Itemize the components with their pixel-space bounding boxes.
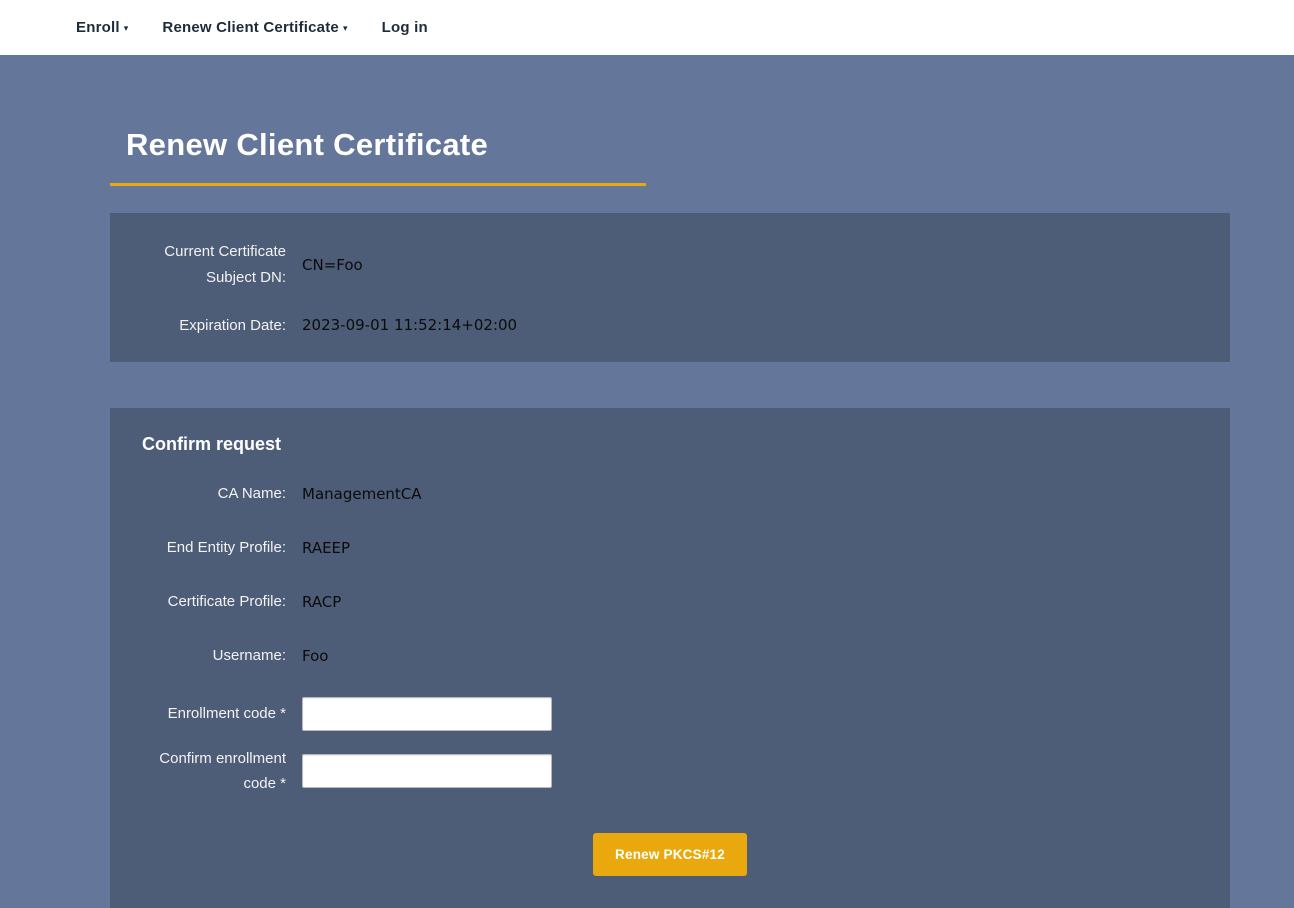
renew-pkcs12-button[interactable]: Renew PKCS#12 <box>593 833 747 876</box>
subject-dn-label: Current Certificate Subject DN: <box>140 239 286 291</box>
end-entity-profile-value: RAEEP <box>302 539 350 557</box>
certificate-profile-label: Certificate Profile: <box>140 589 286 615</box>
enrollment-code-input[interactable] <box>302 697 552 731</box>
confirm-enrollment-code-label: Confirm enrollment code * <box>140 746 286 798</box>
field-row-end-entity-profile: End Entity Profile: RAEEP <box>140 535 1200 561</box>
button-row: Renew PKCS#12 <box>140 833 1200 876</box>
field-row-certificate-profile: Certificate Profile: RACP <box>140 589 1200 615</box>
end-entity-profile-label: End Entity Profile: <box>140 535 286 561</box>
username-value: Foo <box>302 647 328 665</box>
field-row-expiration-date: Expiration Date: 2023-09-01 11:52:14+02:… <box>140 313 1200 339</box>
subject-dn-value: CN=Foo <box>302 256 363 274</box>
nav-item-enroll[interactable]: Enroll ▾ <box>76 19 128 36</box>
nav-item-renew-client-certificate[interactable]: Renew Client Certificate ▾ <box>162 19 347 36</box>
ca-name-label: CA Name: <box>140 481 286 507</box>
nav-item-login-label: Log in <box>382 19 428 36</box>
nav-item-renew-label: Renew Client Certificate <box>162 19 339 36</box>
confirm-request-heading: Confirm request <box>140 434 1200 455</box>
ca-name-value: ManagementCA <box>302 485 422 503</box>
nav-item-log-in[interactable]: Log in <box>382 19 428 36</box>
field-row-subject-dn: Current Certificate Subject DN: CN=Foo <box>140 239 1200 291</box>
expiration-date-label: Expiration Date: <box>140 313 286 339</box>
confirm-request-panel: Confirm request CA Name: ManagementCA En… <box>110 408 1230 908</box>
main-content: Renew Client Certificate Current Certifi… <box>110 127 1230 908</box>
page-title: Renew Client Certificate <box>110 127 646 186</box>
expiration-date-value: 2023-09-01 11:52:14+02:00 <box>302 316 517 334</box>
field-row-confirm-enrollment-code: Confirm enrollment code * <box>140 746 1200 798</box>
certificate-profile-value: RACP <box>302 593 341 611</box>
chevron-down-icon: ▾ <box>343 23 348 34</box>
top-navbar: Enroll ▾ Renew Client Certificate ▾ Log … <box>0 0 1294 55</box>
username-label: Username: <box>140 643 286 669</box>
confirm-enrollment-code-input[interactable] <box>302 754 552 788</box>
field-row-ca-name: CA Name: ManagementCA <box>140 481 1200 507</box>
certificate-info-panel: Current Certificate Subject DN: CN=Foo E… <box>110 213 1230 362</box>
field-row-enrollment-code: Enrollment code * <box>140 697 1200 731</box>
enrollment-code-label: Enrollment code * <box>140 701 286 727</box>
chevron-down-icon: ▾ <box>124 23 129 34</box>
field-row-username: Username: Foo <box>140 643 1200 669</box>
nav-item-enroll-label: Enroll <box>76 19 120 36</box>
